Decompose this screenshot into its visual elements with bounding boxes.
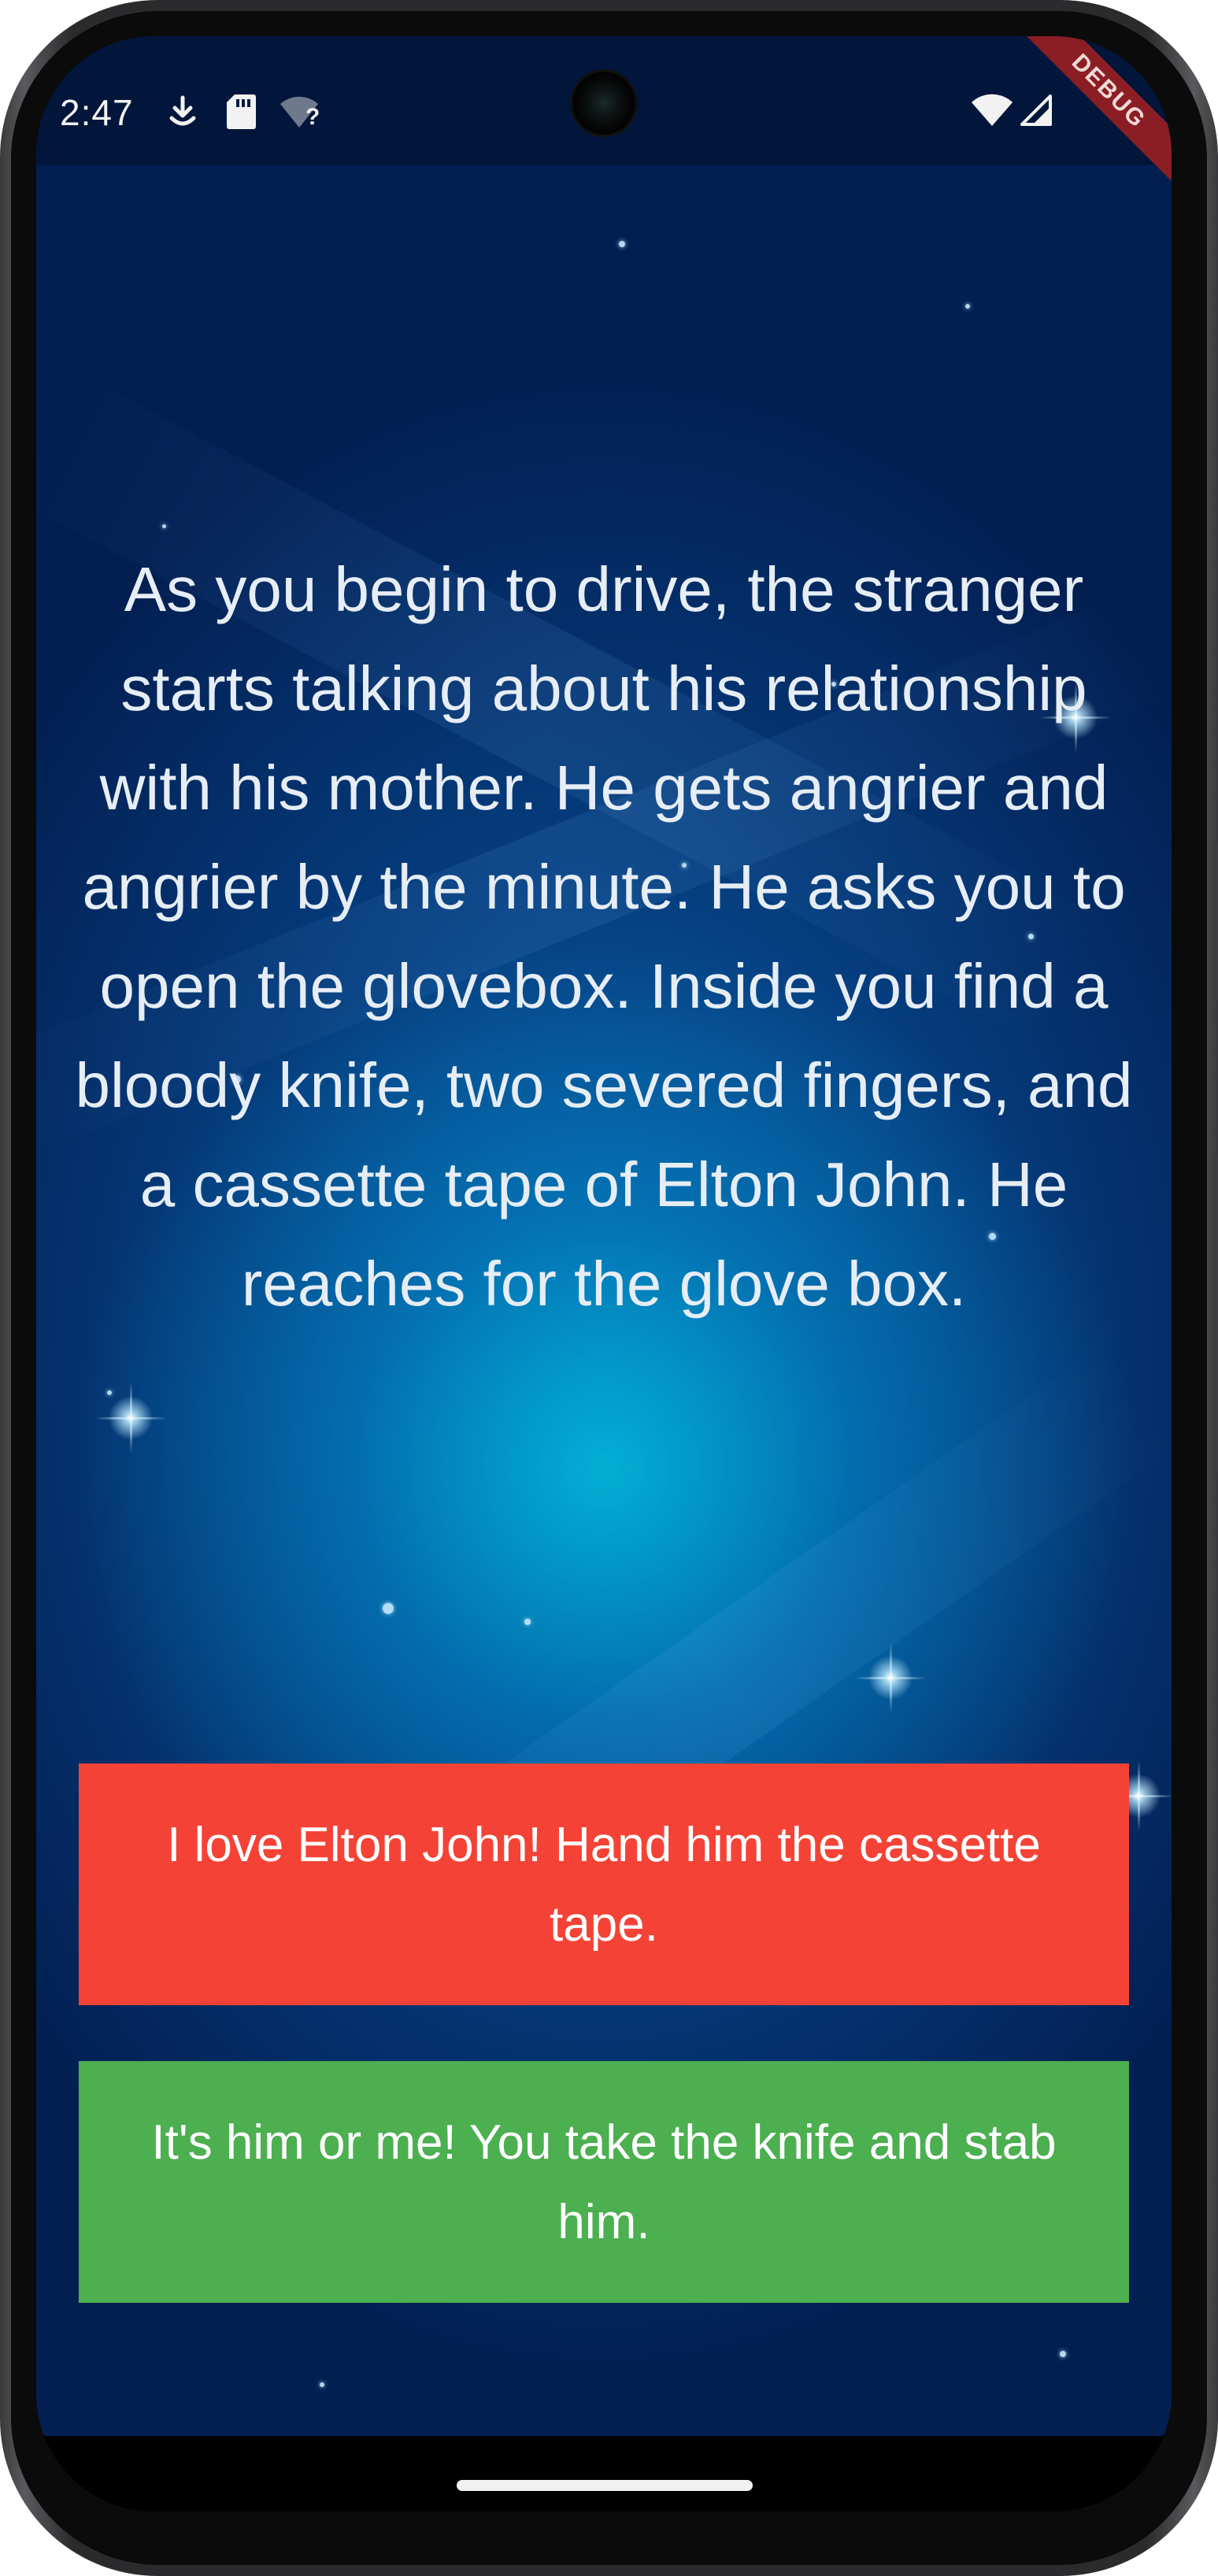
background-star: [524, 1619, 531, 1625]
background-star: [619, 241, 625, 247]
screen: As you begin to drive, the stranger star…: [36, 36, 1172, 2511]
power-button: [1215, 842, 1218, 1000]
story-page: As you begin to drive, the stranger star…: [36, 36, 1172, 2436]
sd-card-icon: [227, 94, 256, 129]
status-bar: 2:47 ? DEBUG: [36, 36, 1172, 189]
wifi-icon: [972, 94, 1013, 126]
choice-1-button[interactable]: I love Elton John! Hand him the cassette…: [79, 1764, 1129, 2005]
star-flare: [855, 1642, 926, 1713]
wifi-unknown-mark: ?: [305, 104, 320, 130]
status-time: 2:47: [60, 92, 134, 133]
navigation-bar: [36, 2436, 1172, 2511]
wifi-unknown-icon: ?: [279, 91, 326, 132]
cellular-signal-icon: [1020, 94, 1052, 126]
background-star: [965, 304, 970, 309]
phone-frame: As you begin to drive, the stranger star…: [0, 0, 1218, 2576]
star-flare: [95, 1382, 166, 1453]
choice-2-button[interactable]: It's him or me! You take the knife and s…: [79, 2061, 1129, 2303]
background-star: [383, 1603, 394, 1614]
story-text: As you begin to drive, the stranger star…: [75, 554, 1133, 1319]
background-star: [320, 2382, 324, 2387]
front-camera: [570, 69, 638, 137]
volume-button: [1215, 1157, 1218, 1472]
background-star: [1060, 2351, 1066, 2357]
background-star: [162, 524, 166, 528]
home-gesture-handle[interactable]: [457, 2480, 753, 2491]
download-icon: [169, 95, 196, 126]
